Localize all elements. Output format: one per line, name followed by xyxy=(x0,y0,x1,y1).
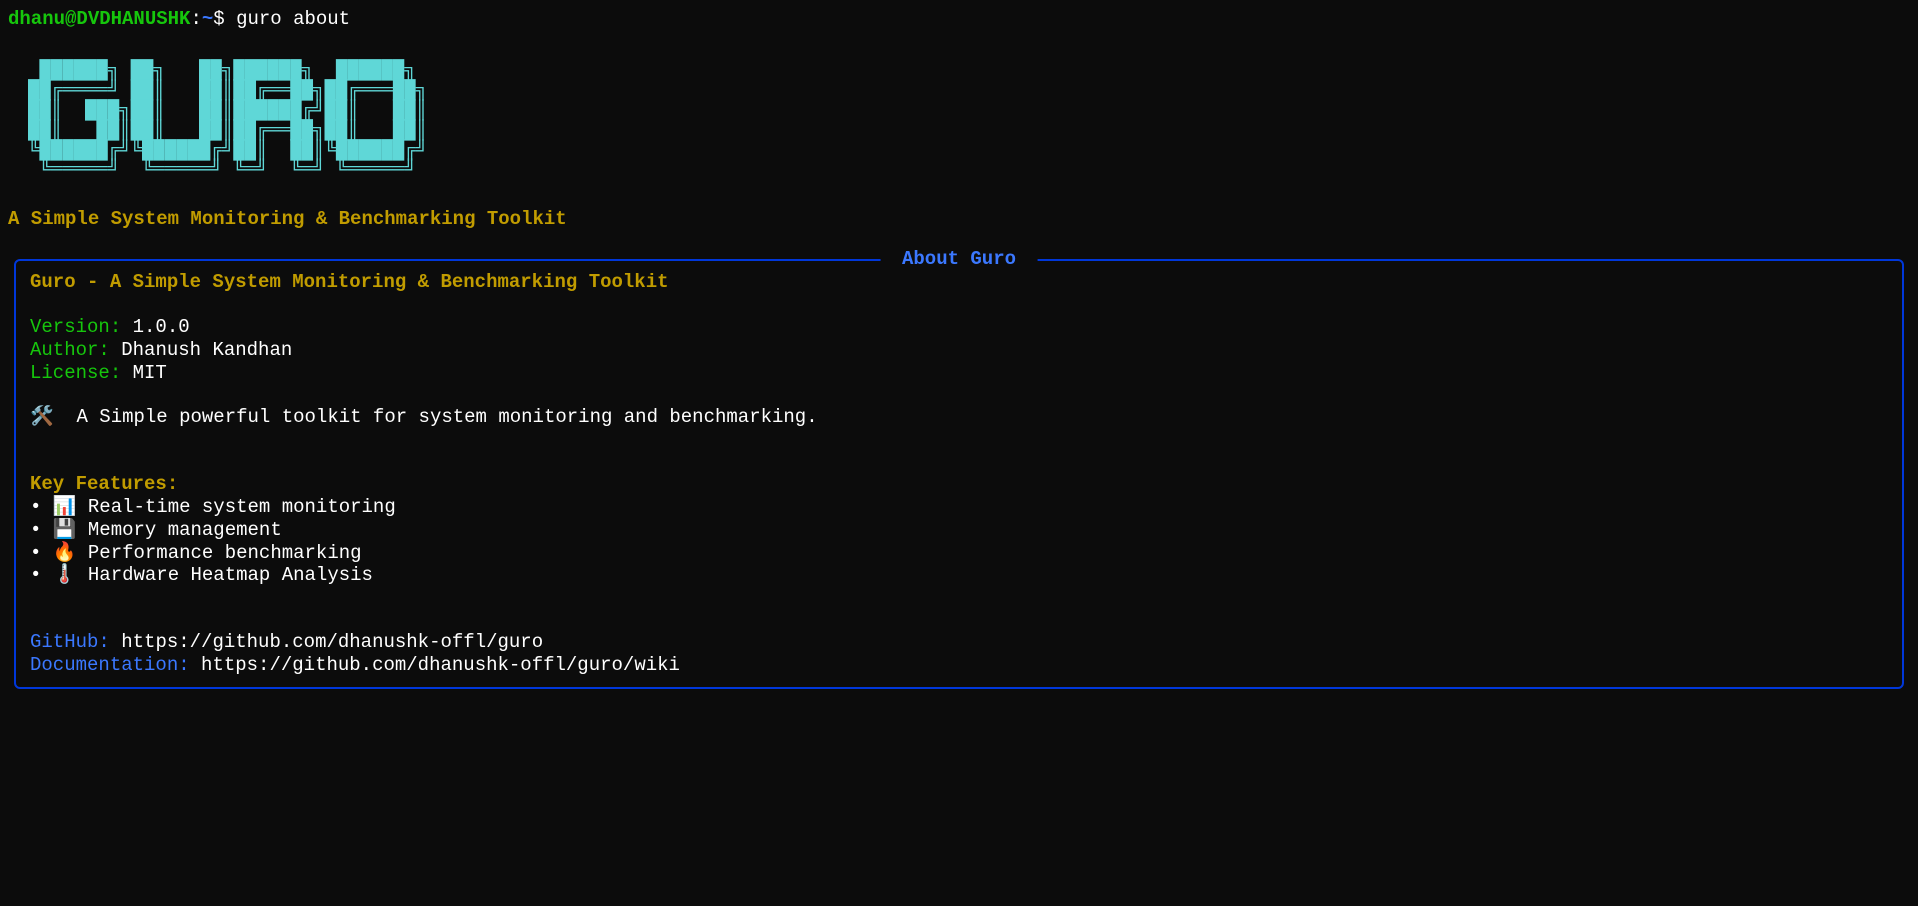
prompt-symbol: $ xyxy=(213,8,224,30)
prompt-colon: : xyxy=(190,8,201,30)
prompt-command[interactable]: guro about xyxy=(236,8,350,30)
terminal-prompt-line: dhanu@DVDHANUSHK:~$ guro about xyxy=(8,8,1910,31)
author-value: Dhanush Kandhan xyxy=(121,339,292,361)
chart-icon: 📊 xyxy=(53,496,77,518)
prompt-user-host: dhanu@DVDHANUSHK xyxy=(8,8,190,30)
meta-author: Author: Dhanush Kandhan xyxy=(30,339,1888,362)
feature-item: • 📊 Real-time system monitoring xyxy=(30,496,1888,519)
prompt-path: ~ xyxy=(202,8,213,30)
links-block: GitHub: https://github.com/dhanushk-offl… xyxy=(30,631,1888,677)
ascii-logo: ██████╗ ██╗ ██╗██████╗ ██████╗ ██╔════╝ … xyxy=(28,61,1910,181)
features-title: Key Features: xyxy=(30,473,1888,496)
bullet-icon: • xyxy=(30,542,41,564)
meta-license: License: MIT xyxy=(30,362,1888,385)
bullet-icon: • xyxy=(30,564,41,586)
feature-text: Real-time system monitoring xyxy=(88,496,396,518)
bullet-icon: • xyxy=(30,519,41,541)
thermometer-icon: 🌡️ xyxy=(53,564,77,586)
github-link-row: GitHub: https://github.com/dhanushk-offl… xyxy=(30,631,1888,654)
panel-heading: Guro - A Simple System Monitoring & Benc… xyxy=(30,271,1888,294)
github-url[interactable]: https://github.com/dhanushk-offl/guro xyxy=(121,631,543,653)
panel-title: About Guro xyxy=(881,248,1038,271)
fire-icon: 🔥 xyxy=(53,542,77,564)
feature-item: • 🌡️ Hardware Heatmap Analysis xyxy=(30,564,1888,587)
about-panel: About Guro Guro - A Simple System Monito… xyxy=(14,259,1904,689)
feature-item: • 🔥 Performance benchmarking xyxy=(30,542,1888,565)
docs-url[interactable]: https://github.com/dhanushk-offl/guro/wi… xyxy=(201,654,680,676)
version-value: 1.0.0 xyxy=(133,316,190,338)
tagline: A Simple System Monitoring & Benchmarkin… xyxy=(8,208,1910,231)
docs-link-row: Documentation: https://github.com/dhanus… xyxy=(30,654,1888,677)
license-label: License: xyxy=(30,362,121,384)
feature-text: Performance benchmarking xyxy=(88,542,362,564)
author-label: Author: xyxy=(30,339,110,361)
description-row: 🛠️ A Simple powerful toolkit for system … xyxy=(30,406,1888,429)
version-label: Version: xyxy=(30,316,121,338)
feature-text: Memory management xyxy=(88,519,282,541)
bullet-icon: • xyxy=(30,496,41,518)
feature-item: • 💾 Memory management xyxy=(30,519,1888,542)
license-value: MIT xyxy=(133,362,167,384)
description-text: A Simple powerful toolkit for system mon… xyxy=(76,406,817,428)
meta-version: Version: 1.0.0 xyxy=(30,316,1888,339)
feature-text: Hardware Heatmap Analysis xyxy=(88,564,373,586)
floppy-icon: 💾 xyxy=(53,519,77,541)
tools-icon: 🛠️ xyxy=(30,406,54,428)
github-label: GitHub: xyxy=(30,631,110,653)
docs-label: Documentation: xyxy=(30,654,190,676)
